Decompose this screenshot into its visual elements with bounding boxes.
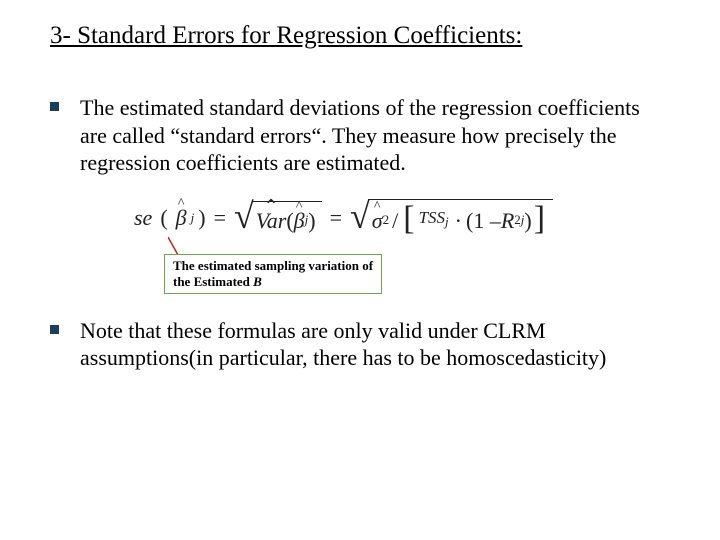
var-hat: ⌃ Var: [256, 207, 287, 235]
sqrt-icon: √: [350, 198, 370, 234]
rparen: ): [198, 204, 205, 232]
bullet-list: The estimated standard deviations of the…: [50, 94, 670, 372]
formula-block: se ( ^ β j ) = √ ⌃ Var: [130, 199, 670, 289]
lbracket: [: [403, 202, 414, 236]
rparen: ): [308, 207, 315, 235]
hat-icon: ^: [296, 200, 303, 214]
subscript-j: j: [191, 210, 195, 226]
bullet-item: Note that these formulas are only valid …: [50, 317, 670, 372]
se-symbol: se: [134, 204, 152, 232]
tss-symbol: TSSj: [417, 207, 451, 230]
sqrt-body: ⌃ Var ( ^ β j ): [252, 201, 322, 236]
slide-title: 3- Standard Errors for Regression Coeffi…: [50, 22, 670, 50]
r-symbol: R: [501, 207, 514, 235]
rbracket: ]: [534, 202, 545, 236]
slide: 3- Standard Errors for Regression Coeffi…: [0, 0, 720, 430]
sqrt-main: √ ^ σ 2 / [ TSSj · (1 – R2j: [350, 199, 553, 238]
dot: ·: [455, 207, 462, 235]
equals: =: [330, 204, 342, 232]
hat-icon: ⌃: [264, 197, 279, 215]
caption-box: The estimated sampling variation of the …: [164, 254, 382, 295]
bullet-text: Note that these formulas are only valid …: [80, 318, 606, 371]
lparen: (: [286, 207, 293, 235]
beta-hat: ^ β: [294, 207, 305, 235]
one-minus: (1 –: [466, 207, 501, 235]
sqrt-var: √ ⌃ Var ( ^ β j ): [234, 200, 322, 236]
beta-hat: ^ β: [176, 204, 187, 232]
rparen: ): [524, 207, 531, 235]
bullet-text: The estimated standard deviations of the…: [80, 95, 640, 175]
lparen: (: [160, 204, 167, 232]
equals: =: [214, 204, 226, 232]
sigma-hat: ^ σ: [372, 207, 383, 235]
caption-line: The estimated sampling variation of: [173, 258, 373, 274]
slash: /: [392, 207, 398, 235]
hat-icon: ^: [374, 200, 381, 214]
formula: se ( ^ β j ) = √ ⌃ Var: [130, 199, 670, 238]
bullet-item: The estimated standard deviations of the…: [50, 94, 670, 289]
pointer-line-icon: [168, 237, 182, 255]
sqrt-icon: √: [234, 198, 254, 234]
sqrt-body: ^ σ 2 / [ TSSj · (1 – R2j ) ]: [368, 199, 553, 238]
caption-line: the Estimated B: [173, 274, 373, 290]
superscript-2: 2: [383, 212, 390, 228]
hat-icon: ^: [178, 197, 185, 211]
